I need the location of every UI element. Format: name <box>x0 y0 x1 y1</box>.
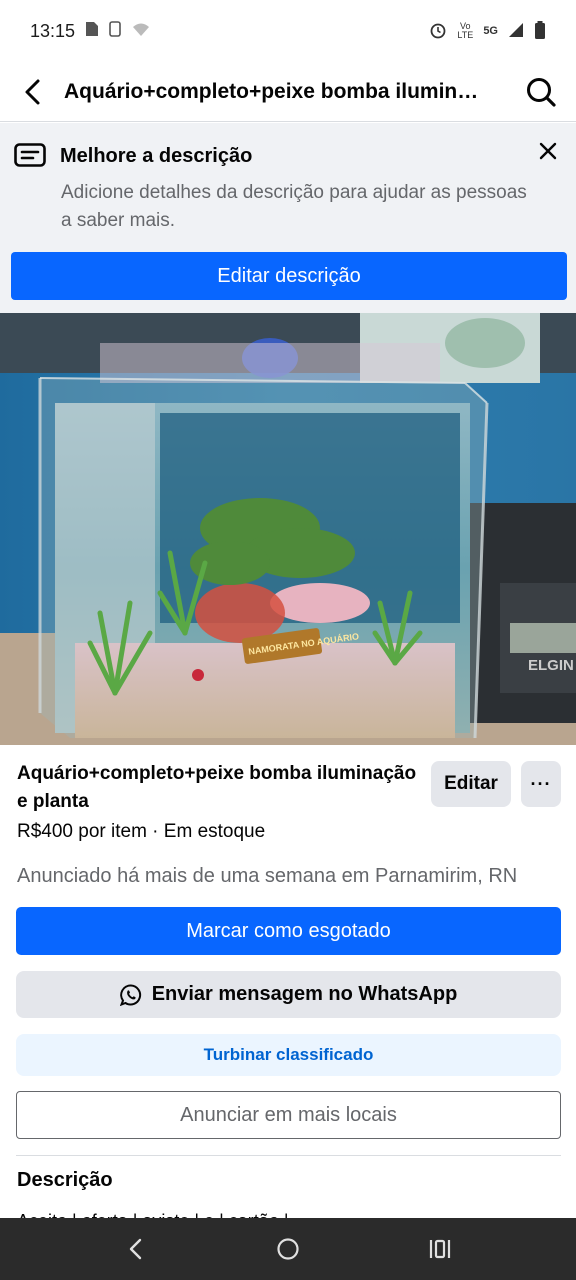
close-banner-button[interactable] <box>534 137 562 165</box>
search-button[interactable] <box>506 62 576 122</box>
price-line: R$400 por item · Em estoque <box>17 821 266 842</box>
nav-back-icon <box>129 1238 142 1260</box>
edit-listing-button[interactable]: Editar <box>431 761 511 807</box>
alarm-icon <box>429 21 447 42</box>
search-icon <box>527 77 556 107</box>
description-icon <box>14 143 46 167</box>
edit-description-button[interactable]: Editar descrição <box>11 252 567 300</box>
status-left: 13:15 <box>30 21 151 42</box>
page-title: Aquário+completo+peixe bomba ilumina... <box>64 79 487 103</box>
file-icon <box>85 21 99 42</box>
whatsapp-icon <box>119 983 141 1006</box>
top-bar: Aquário+completo+peixe bomba ilumina... <box>0 62 576 122</box>
more-icon: ··· <box>530 773 552 794</box>
back-arrow-icon <box>25 79 40 104</box>
mark-sold-button[interactable]: Marcar como esgotado <box>16 907 561 955</box>
description-heading: Descrição <box>17 1169 113 1191</box>
status-right: Vo LTE 5G <box>429 20 546 42</box>
listing-photo[interactable]: ELGIN NAMORATA NO AQUÁRIO <box>0 313 576 745</box>
listing-title: Aquário+completo+peixe bomba iluminação … <box>17 763 417 812</box>
nav-recents-button[interactable] <box>410 1218 470 1280</box>
banner-text: Adicione detalhes da descrição para ajud… <box>61 182 527 231</box>
network-label: 5G <box>483 25 498 37</box>
close-icon <box>539 142 557 160</box>
back-button[interactable] <box>0 62 64 122</box>
nav-recents-icon <box>429 1239 451 1259</box>
more-options-button[interactable]: ··· <box>521 761 561 807</box>
wifi-question-icon <box>131 21 151 42</box>
status-time: 13:15 <box>30 20 76 41</box>
aquarium-image: ELGIN NAMORATA NO AQUÁRIO <box>0 313 576 745</box>
scale-brand-label: ELGIN <box>528 657 574 674</box>
nav-back-button[interactable] <box>106 1218 166 1280</box>
divider <box>16 1155 561 1156</box>
list-more-places-button[interactable]: Anunciar em mais locais <box>16 1091 561 1139</box>
system-nav-bar <box>0 1218 576 1280</box>
whatsapp-message-button[interactable]: Enviar mensagem no WhatsApp <box>16 971 561 1018</box>
posted-line: Anunciado há mais de uma semana em Parna… <box>17 865 518 887</box>
phone-icon <box>109 20 121 42</box>
boost-listing-button[interactable]: Turbinar classificado <box>16 1034 561 1076</box>
nav-home-icon <box>277 1238 299 1260</box>
improve-description-banner: Melhore a descrição Adicione detalhes da… <box>0 123 576 313</box>
nav-home-button[interactable] <box>258 1218 318 1280</box>
banner-head: Melhore a descrição <box>14 143 252 169</box>
whatsapp-button-label: Enviar mensagem no WhatsApp <box>151 983 458 1005</box>
status-bar: 13:15 Vo LTE 5G <box>0 0 576 62</box>
signal-icon <box>508 22 524 41</box>
volte-label: Vo LTE <box>457 21 474 40</box>
battery-icon <box>534 20 546 42</box>
banner-title: Melhore a descrição <box>60 144 253 167</box>
